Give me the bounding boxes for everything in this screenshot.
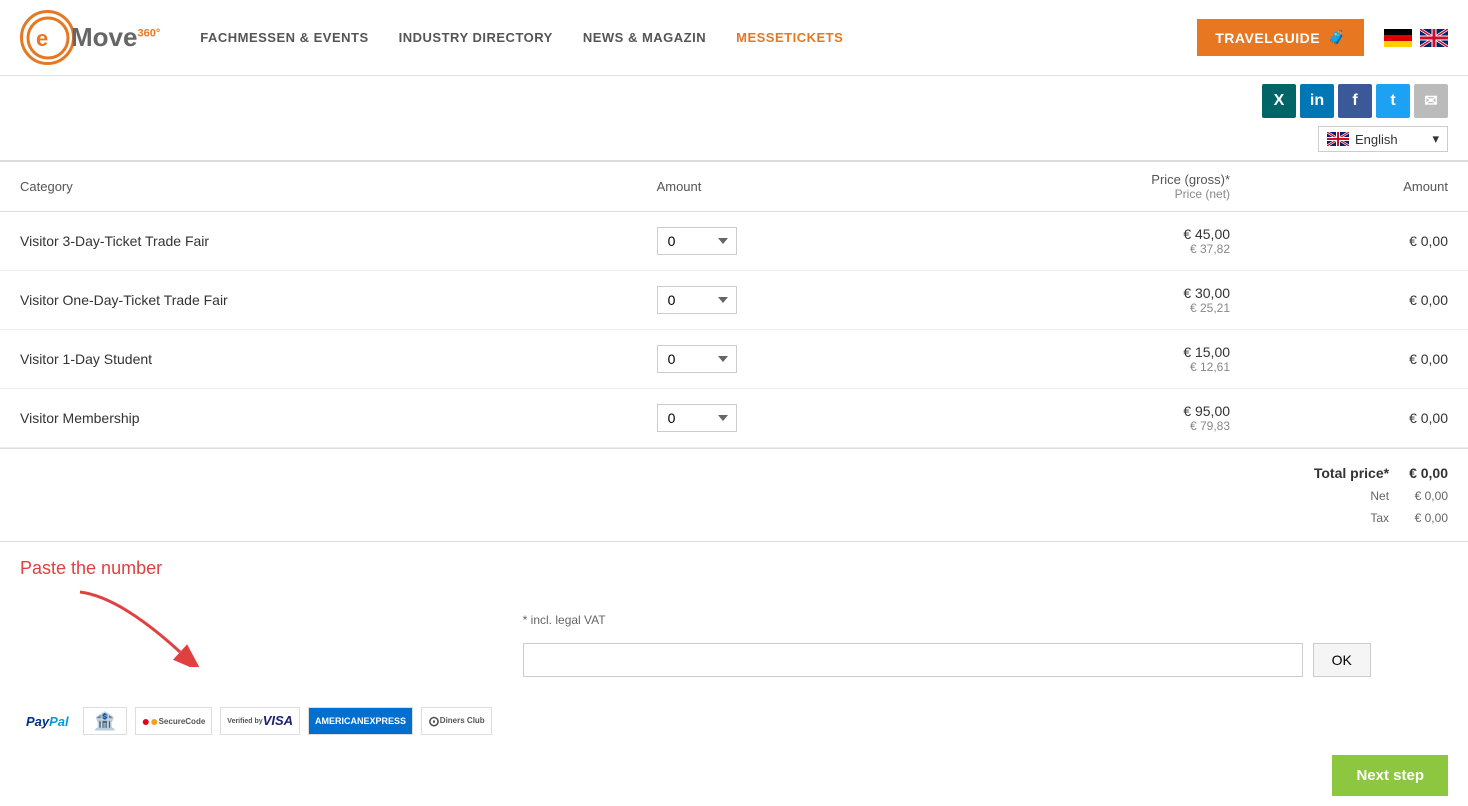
- row-total: € 0,00: [1250, 212, 1468, 271]
- language-selector[interactable]: English ▾: [1318, 126, 1448, 152]
- language-selector-inner: English: [1327, 132, 1398, 147]
- nav-news[interactable]: NEWS & MAGAZIN: [583, 30, 706, 45]
- col-price-gross: Price (gross)* Price (net): [945, 161, 1250, 212]
- amount-dropdown-2[interactable]: 0 1 2 3 4 5: [657, 345, 737, 373]
- facebook-icon[interactable]: f: [1338, 84, 1372, 118]
- travelguide-label: TRAVELGUIDE: [1215, 30, 1320, 46]
- ok-button[interactable]: OK: [1313, 643, 1371, 677]
- price-gross: € 95,00: [965, 403, 1230, 419]
- travelguide-button[interactable]: TRAVELGUIDE 🧳: [1197, 19, 1364, 56]
- svg-text:e: e: [36, 26, 48, 51]
- mastercard-logo: ●● SecureCode: [135, 707, 213, 735]
- row-amount-cell: 0 1 2 3 4 5: [637, 271, 945, 330]
- totals-labels: Total price* Net Tax: [1314, 461, 1389, 529]
- main-nav: FACHMESSEN & EVENTS INDUSTRY DIRECTORY N…: [200, 30, 1197, 45]
- bank-transfer-logo: 🏦: [83, 707, 127, 735]
- promo-area: OK: [523, 643, 1448, 677]
- left-section: Paste the number: [20, 558, 483, 677]
- travelguide-icon: 🧳: [1328, 29, 1346, 46]
- row-price: € 30,00 € 25,21: [945, 271, 1250, 330]
- nav-fachmessen[interactable]: FACHMESSEN & EVENTS: [200, 30, 368, 45]
- dropdown-arrow: ▾: [1432, 131, 1439, 147]
- flag-uk[interactable]: [1420, 29, 1448, 47]
- net-value: € 0,00: [1409, 486, 1448, 508]
- price-net: € 37,82: [965, 242, 1230, 256]
- price-net: € 25,21: [965, 301, 1230, 315]
- annotation-container: Paste the number: [20, 558, 483, 667]
- totals-section: Total price* Net Tax € 0,00 € 0,00 € 0,0…: [0, 448, 1468, 541]
- amount-dropdown-1[interactable]: 0 1 2 3 4 5: [657, 286, 737, 314]
- logo-move: Move360°: [71, 23, 160, 52]
- linkedin-icon[interactable]: in: [1300, 84, 1334, 118]
- col-amount: Amount: [637, 161, 945, 212]
- price-net: € 12,61: [965, 360, 1230, 374]
- totals-values: € 0,00 € 0,00 € 0,00: [1409, 461, 1448, 529]
- lang-flag-uk: [1327, 132, 1349, 146]
- vat-note: * incl. legal VAT: [523, 611, 1448, 627]
- amount-dropdown-0[interactable]: 0 1 2 3 4 5: [657, 227, 737, 255]
- table-header: Category Amount Price (gross)* Price (ne…: [0, 161, 1468, 212]
- net-label: Net: [1314, 486, 1389, 508]
- table-row: Visitor 1-Day Student 0 1 2 3 4 5 € 15,0…: [0, 330, 1468, 389]
- annotation-arrow: [20, 587, 240, 667]
- table-row: Visitor 3-Day-Ticket Trade Fair 0 1 2 3 …: [0, 212, 1468, 271]
- amex-logo: AMERICAN EXPRESS: [308, 707, 413, 735]
- row-price: € 15,00 € 12,61: [945, 330, 1250, 389]
- table-row: Visitor Membership 0 1 2 3 4 5 € 95,00 €…: [0, 389, 1468, 448]
- twitter-icon[interactable]: t: [1376, 84, 1410, 118]
- row-amount-cell: 0 1 2 3 4 5: [637, 330, 945, 389]
- social-bar: X in f t ✉: [0, 76, 1468, 122]
- price-gross: € 45,00: [965, 226, 1230, 242]
- language-flags: [1384, 29, 1448, 47]
- diners-logo: ⊙ Diners Club: [421, 707, 492, 735]
- paypal-logo: PayPal: [20, 707, 75, 735]
- language-bar: English ▾: [0, 122, 1468, 160]
- price-gross: € 15,00: [965, 344, 1230, 360]
- row-category: Visitor 3-Day-Ticket Trade Fair: [0, 212, 637, 271]
- total-price-label: Total price*: [1314, 461, 1389, 486]
- total-price-value: € 0,00: [1409, 461, 1448, 486]
- right-section: * incl. legal VAT OK: [523, 558, 1448, 677]
- row-category: Visitor 1-Day Student: [0, 330, 637, 389]
- price-gross: € 30,00: [965, 285, 1230, 301]
- row-amount-cell: 0 1 2 3 4 5: [637, 212, 945, 271]
- col-category: Category: [0, 161, 637, 212]
- next-step-area: Next step: [0, 745, 1468, 806]
- row-price: € 45,00 € 37,82: [945, 212, 1250, 271]
- col-amount2: Amount: [1250, 161, 1468, 212]
- row-total: € 0,00: [1250, 330, 1468, 389]
- bottom-area: Paste the number * incl. legal VAT OK: [0, 542, 1468, 677]
- language-label: English: [1355, 132, 1398, 147]
- header: e Move360° FACHMESSEN & EVENTS INDUSTRY …: [0, 0, 1468, 76]
- row-category: Visitor One-Day-Ticket Trade Fair: [0, 271, 637, 330]
- logo[interactable]: e Move360°: [20, 10, 160, 65]
- payment-logos: PayPal 🏦 ●● SecureCode Verified by VISA …: [0, 693, 1468, 745]
- ticket-table: Category Amount Price (gross)* Price (ne…: [0, 160, 1468, 448]
- row-category: Visitor Membership: [0, 389, 637, 448]
- annotation-text: Paste the number: [20, 558, 483, 579]
- xing-icon[interactable]: X: [1262, 84, 1296, 118]
- mail-icon[interactable]: ✉: [1414, 84, 1448, 118]
- visa-logo: Verified by VISA: [220, 707, 300, 735]
- amount-dropdown-3[interactable]: 0 1 2 3 4 5: [657, 404, 737, 432]
- next-step-button[interactable]: Next step: [1332, 755, 1448, 796]
- nav-industry[interactable]: INDUSTRY DIRECTORY: [399, 30, 553, 45]
- row-price: € 95,00 € 79,83: [945, 389, 1250, 448]
- row-amount-cell: 0 1 2 3 4 5: [637, 389, 945, 448]
- promo-input[interactable]: [523, 643, 1303, 677]
- flag-de[interactable]: [1384, 29, 1412, 47]
- nav-messetickets[interactable]: MESSETICKETS: [736, 30, 843, 45]
- tax-label: Tax: [1314, 508, 1389, 530]
- row-total: € 0,00: [1250, 389, 1468, 448]
- logo-circle: e: [20, 10, 75, 65]
- table-row: Visitor One-Day-Ticket Trade Fair 0 1 2 …: [0, 271, 1468, 330]
- tax-value: € 0,00: [1409, 508, 1448, 530]
- price-net: € 79,83: [965, 419, 1230, 433]
- row-total: € 0,00: [1250, 271, 1468, 330]
